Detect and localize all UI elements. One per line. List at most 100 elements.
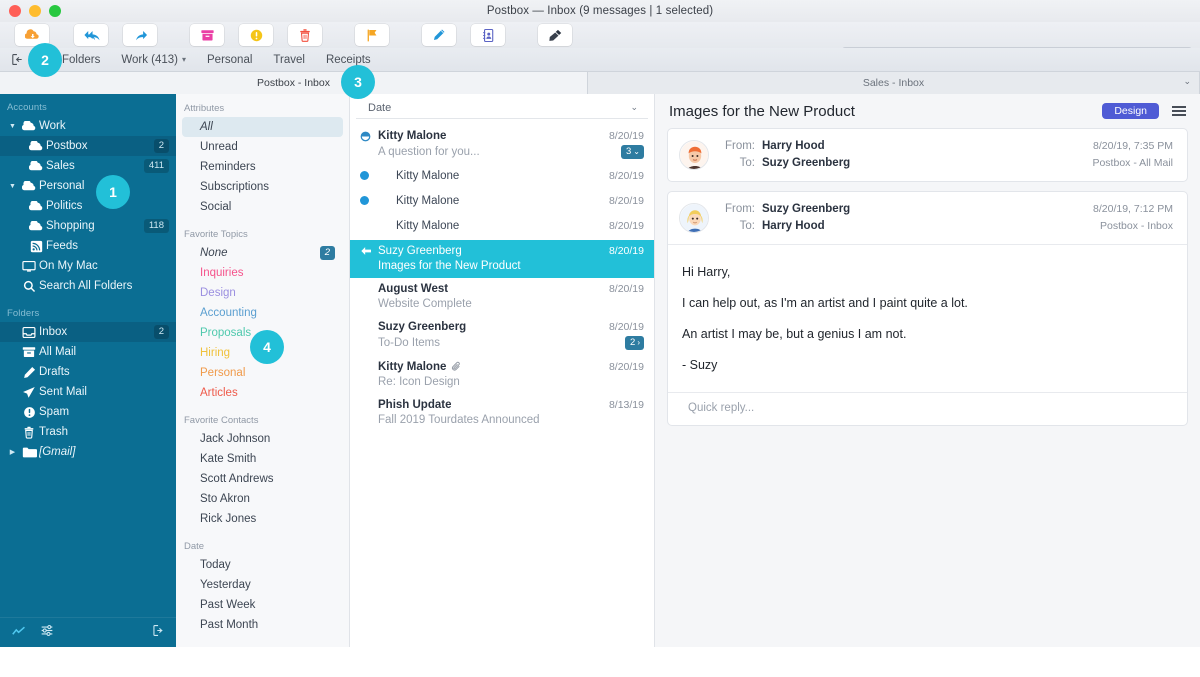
sidebar-item-work[interactable]: ▼ Work bbox=[0, 116, 176, 136]
favbar-item-travel[interactable]: Travel bbox=[273, 54, 305, 66]
sidebar-item-politics[interactable]: Politics bbox=[0, 196, 176, 216]
quick-reply-input[interactable]: Quick reply... bbox=[668, 392, 1187, 425]
table-row[interactable]: Kitty Malone 8/20/19 bbox=[350, 190, 654, 215]
filter-item-reminders[interactable]: Reminders bbox=[182, 157, 343, 177]
window-title: Postbox — Inbox (9 messages | 1 selected… bbox=[486, 5, 714, 17]
sidebar-item-gmail[interactable]: ▶ [Gmail] bbox=[0, 442, 176, 462]
message-sender: Kitty Malone bbox=[396, 194, 460, 207]
message-card[interactable]: From: Harry Hood To: Suzy Greenberg 8/20/19,… bbox=[667, 128, 1188, 182]
attachment-icon bbox=[451, 361, 462, 372]
table-row[interactable]: Kitty Malone 8/20/19 Re: Icon Design bbox=[350, 356, 654, 394]
table-row[interactable]: Kitty Malone 8/20/19 A question for you...… bbox=[350, 125, 654, 165]
sidebar-item-spam[interactable]: Spam bbox=[0, 402, 176, 422]
flag-button[interactable] bbox=[355, 24, 389, 46]
table-row[interactable]: Phish Update 8/13/19 Fall 2019 Tourdates A… bbox=[350, 394, 654, 432]
minimize-window-button[interactable] bbox=[29, 5, 41, 17]
filter-item-yesterday[interactable]: Yesterday bbox=[182, 575, 343, 595]
activity-icon[interactable] bbox=[12, 624, 26, 642]
tab-sales-inbox[interactable]: Sales - Inbox ⌄ bbox=[588, 72, 1200, 94]
filter-item-personal[interactable]: Personal bbox=[182, 363, 343, 383]
sidebar-item-trash[interactable]: Trash bbox=[0, 422, 176, 442]
sidebar-item-personal[interactable]: ▼ Personal bbox=[0, 176, 176, 196]
table-row[interactable]: Kitty Malone 8/20/19 bbox=[350, 165, 654, 190]
inbox-icon bbox=[19, 326, 39, 339]
forward-button[interactable] bbox=[123, 24, 157, 46]
message-card[interactable]: From: Suzy Greenberg To: Harry Hood 8/20/19,… bbox=[667, 191, 1188, 426]
cloud-icon bbox=[26, 200, 46, 212]
maximize-window-button[interactable] bbox=[49, 5, 61, 17]
thread-count-badge[interactable]: 2 › bbox=[625, 335, 644, 350]
tab-postbox-inbox[interactable]: Postbox - Inbox bbox=[0, 72, 588, 94]
sidebar-item-on-my-mac[interactable]: On My Mac bbox=[0, 256, 176, 276]
filter-item-unread[interactable]: Unread bbox=[182, 137, 343, 157]
sidebar-item-search-all-folders[interactable]: Search All Folders bbox=[0, 276, 176, 296]
table-row[interactable]: August West 8/20/19 Website Complete bbox=[350, 278, 654, 316]
reading-pane-header: Images for the New Product Design bbox=[655, 94, 1200, 128]
chevron-right-icon[interactable]: ▶ bbox=[6, 448, 19, 456]
tab-overflow-chevron-icon[interactable]: ⌄ bbox=[1183, 76, 1191, 87]
sliders-icon[interactable] bbox=[40, 624, 54, 642]
favbar-item-receipts[interactable]: Receipts bbox=[326, 54, 371, 66]
sidebar-item-inbox[interactable]: Inbox 2 bbox=[0, 322, 176, 342]
forward-icon bbox=[135, 30, 147, 40]
chevron-down-icon[interactable]: ▾ bbox=[182, 55, 186, 64]
message-sender: Suzy Greenberg bbox=[378, 320, 467, 333]
table-row[interactable]: Suzy Greenberg 8/20/19 To-Do Items 2 › bbox=[350, 316, 654, 356]
archive-button[interactable] bbox=[190, 24, 224, 46]
toggle-sidebar-button[interactable] bbox=[11, 53, 25, 66]
chevron-down-icon[interactable]: ▼ bbox=[6, 123, 19, 130]
filter-item-scott-andrews[interactable]: Scott Andrews bbox=[182, 469, 343, 489]
filter-item-today[interactable]: Today bbox=[182, 555, 343, 575]
tab-label: Sales - Inbox bbox=[862, 77, 925, 89]
sidebar-item-sent-mail[interactable]: Sent Mail bbox=[0, 382, 176, 402]
chevron-down-icon[interactable]: ⌄ bbox=[633, 147, 640, 157]
close-window-button[interactable] bbox=[9, 5, 21, 17]
favbar-item-personal[interactable]: Personal bbox=[207, 54, 252, 66]
filter-item-none[interactable]: None 2 bbox=[182, 243, 343, 263]
message-actions-menu-icon[interactable] bbox=[1172, 106, 1186, 116]
sidebar-item-label: Trash bbox=[39, 426, 68, 438]
table-row[interactable]: Suzy Greenberg 8/20/19 Images for the New … bbox=[350, 239, 654, 278]
filter-item-sto-akron[interactable]: Sto Akron bbox=[182, 489, 343, 509]
filter-item-articles[interactable]: Articles bbox=[182, 383, 343, 403]
filter-item-all[interactable]: All bbox=[182, 117, 343, 137]
message-folder: Postbox - All Mail bbox=[1092, 157, 1173, 169]
signout-icon[interactable] bbox=[150, 624, 164, 642]
thread-count-badge[interactable]: 3 ⌄ bbox=[621, 145, 644, 159]
sidebar-item-all-mail[interactable]: All Mail bbox=[0, 342, 176, 362]
filter-item-rick-jones[interactable]: Rick Jones bbox=[182, 509, 343, 529]
filter-item-jack-johnson[interactable]: Jack Johnson bbox=[182, 429, 343, 449]
filter-item-past-month[interactable]: Past Month bbox=[182, 615, 343, 635]
status-badge[interactable]: Design bbox=[1102, 103, 1159, 119]
chevron-right-icon[interactable]: › bbox=[637, 338, 640, 348]
filter-item-kate-smith[interactable]: Kate Smith bbox=[182, 449, 343, 469]
window-controls[interactable] bbox=[9, 5, 61, 17]
table-row[interactable]: Kitty Malone 8/20/19 bbox=[350, 215, 654, 240]
sidebar-item-sales[interactable]: Sales 411 bbox=[0, 156, 176, 176]
cloud-icon bbox=[19, 120, 39, 132]
favbar-item-work[interactable]: Work (413) ▾ bbox=[121, 54, 186, 66]
cleanup-button[interactable] bbox=[538, 24, 572, 46]
filter-item-accounting[interactable]: Accounting bbox=[182, 303, 343, 323]
address-book-button[interactable] bbox=[471, 24, 505, 46]
sidebar-item-drafts[interactable]: Drafts bbox=[0, 362, 176, 382]
message-subject: Fall 2019 Tourdates Announced bbox=[378, 413, 540, 426]
filter-item-social[interactable]: Social bbox=[182, 197, 343, 217]
filter-item-past-week[interactable]: Past Week bbox=[182, 595, 343, 615]
filter-item-design[interactable]: Design bbox=[182, 283, 343, 303]
chevron-down-icon[interactable]: ▼ bbox=[6, 183, 19, 190]
filter-item-inquiries[interactable]: Inquiries bbox=[182, 263, 343, 283]
filter-item-subscriptions[interactable]: Subscriptions bbox=[182, 177, 343, 197]
message-list-header[interactable]: Date ⌄ bbox=[356, 97, 648, 119]
sidebar-item-feeds[interactable]: Feeds bbox=[0, 236, 176, 256]
sidebar-accounts-list: ▼ Work Postbox 2 Sales 411 ▼ Personal Politics Sh… bbox=[0, 116, 176, 296]
compose-button[interactable] bbox=[422, 24, 456, 46]
chevron-down-icon[interactable]: ⌄ bbox=[630, 102, 638, 113]
sidebar-item-label: Search All Folders bbox=[39, 280, 133, 292]
junk-button[interactable] bbox=[239, 24, 273, 46]
sidebar-item-postbox[interactable]: Postbox 2 bbox=[0, 136, 176, 156]
message-sender: Kitty Malone bbox=[396, 169, 460, 182]
reply-all-button[interactable] bbox=[74, 24, 108, 46]
delete-button[interactable] bbox=[288, 24, 322, 46]
sidebar-item-shopping[interactable]: Shopping 118 bbox=[0, 216, 176, 236]
